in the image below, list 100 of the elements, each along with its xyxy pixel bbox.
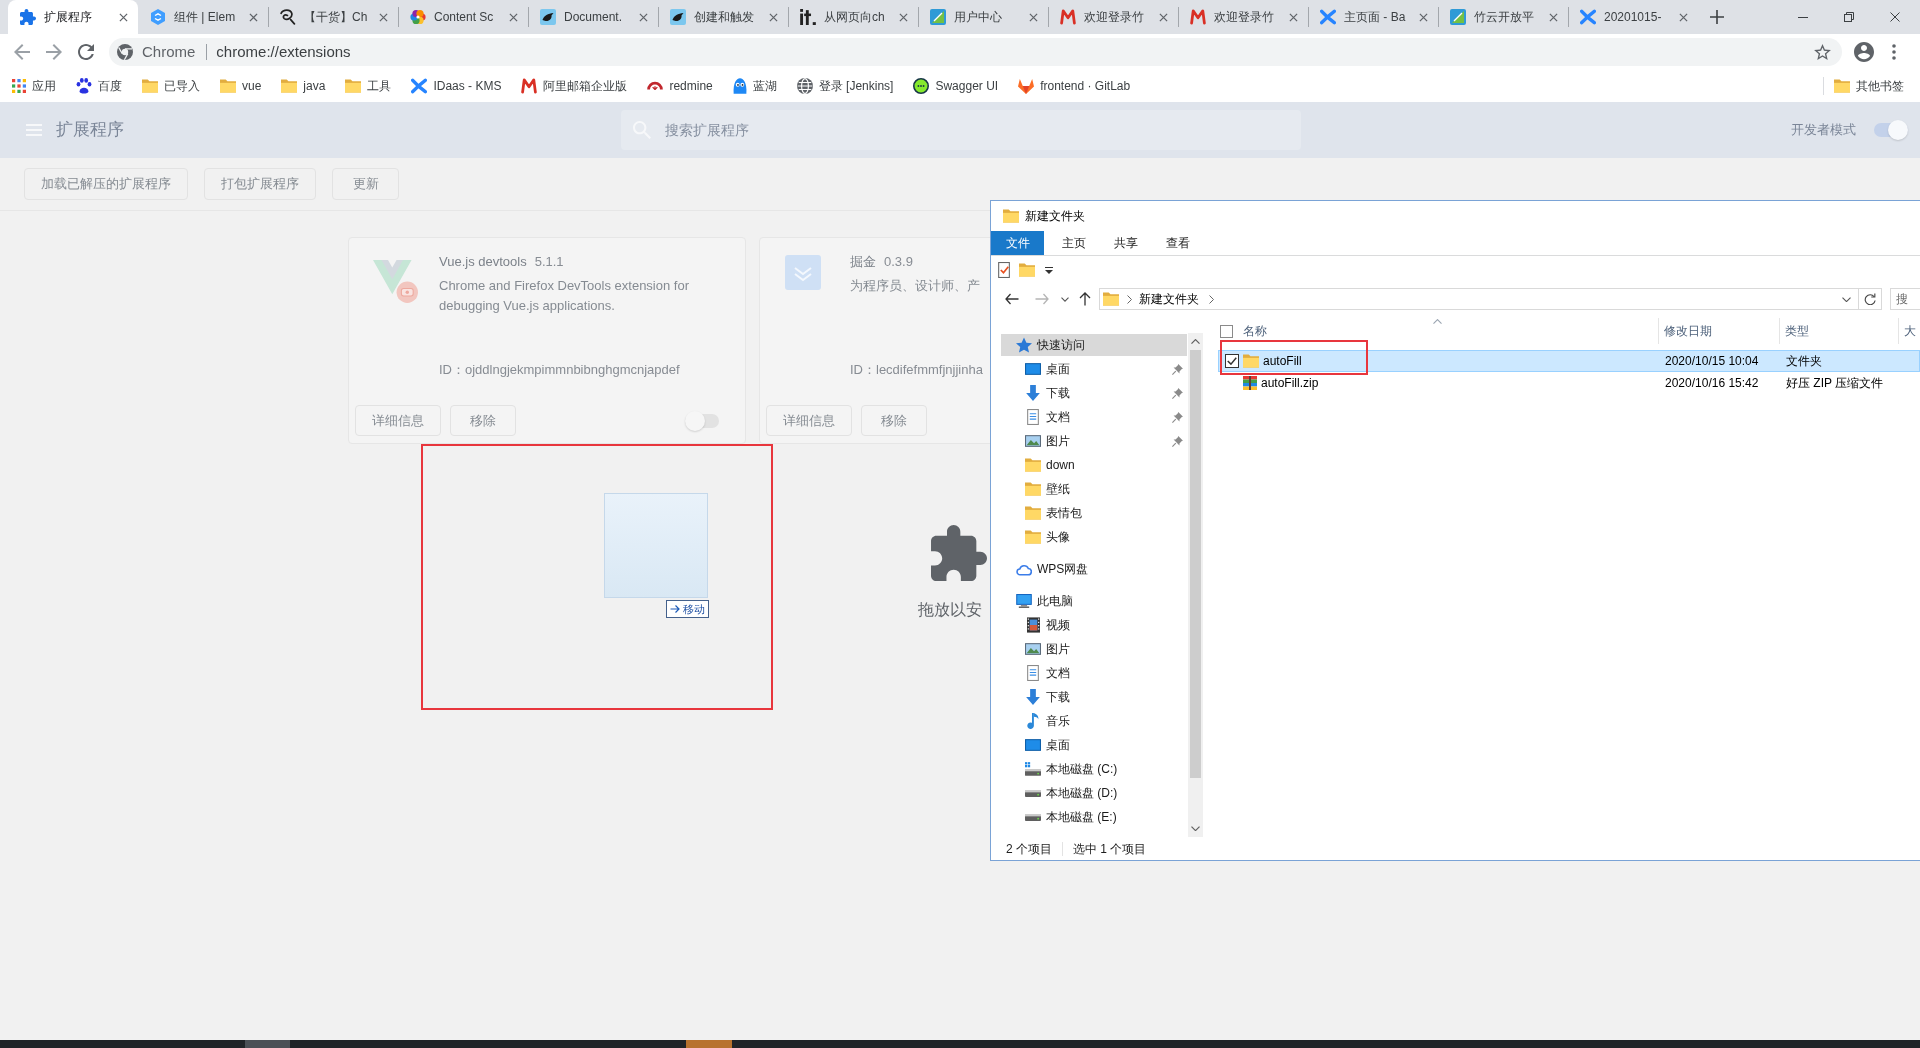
feather-logo-icon (670, 9, 686, 25)
browser-tab[interactable]: Document. (528, 0, 658, 34)
nav-item[interactable]: down (1001, 454, 1187, 476)
search-field[interactable]: 搜 (1890, 288, 1920, 310)
nav-item[interactable]: 下载 (1001, 686, 1187, 708)
browser-tab[interactable]: 创建和触发 (658, 0, 788, 34)
bookmark-item[interactable]: 其他书签 (1828, 73, 1910, 99)
nav-item[interactable]: 头像 (1001, 526, 1187, 548)
browser-tab[interactable]: 20201015- (1568, 0, 1698, 34)
browser-tab[interactable]: 从网页向ch (788, 0, 918, 34)
browser-tab[interactable]: 用户中心 (918, 0, 1048, 34)
close-icon[interactable] (379, 12, 388, 22)
bookmark-item[interactable]: redmine (639, 73, 721, 99)
nav-item[interactable]: WPS网盘 (1001, 558, 1187, 580)
address-bar[interactable]: Chrome chrome://extensions (109, 38, 1842, 66)
ribbon-tab[interactable]: 查看 (1152, 231, 1204, 255)
bookmark-item[interactable]: 蓝湖 (724, 73, 785, 99)
reload-icon[interactable] (78, 44, 94, 60)
bookmark-item[interactable]: 已导入 (134, 73, 208, 99)
file-row[interactable]: autoFill 2020/10/15 10:04 文件夹 (1218, 350, 1920, 372)
nav-item[interactable]: 下载 (1001, 382, 1187, 404)
checked-document-icon[interactable] (997, 262, 1011, 278)
file-row[interactable]: autoFill.zip 2020/10/16 15:42 好压 ZIP 压缩文件 (1218, 372, 1920, 394)
close-icon[interactable] (1679, 12, 1688, 22)
browser-tab[interactable]: 欢迎登录竹 (1178, 0, 1308, 34)
browser-tab[interactable]: Content Sc (398, 0, 528, 34)
close-icon[interactable] (899, 12, 908, 22)
bookmark-item[interactable]: Swagger UI (905, 73, 1007, 99)
bookmark-item[interactable]: 应用 (4, 73, 64, 99)
chevron-down-icon[interactable] (1191, 826, 1200, 831)
bookmark-item[interactable]: vue (212, 73, 270, 99)
close-icon[interactable] (769, 12, 778, 22)
chevron-up-icon[interactable] (1191, 339, 1200, 344)
close-icon[interactable] (1289, 12, 1298, 22)
scrollbar[interactable] (1188, 333, 1203, 837)
close-icon[interactable] (1029, 12, 1038, 22)
browser-tab[interactable]: 欢迎登录竹 (1048, 0, 1178, 34)
chevron-down-icon[interactable] (1061, 296, 1069, 302)
nav-item[interactable]: 表情包 (1001, 502, 1187, 524)
close-icon[interactable] (1159, 12, 1168, 22)
nav-item[interactable]: 图片 (1001, 638, 1187, 660)
column-header[interactable]: 大 (1904, 322, 1916, 340)
cross-logo-icon (1580, 9, 1596, 25)
arrow-up-icon[interactable] (1079, 292, 1091, 306)
plus-icon[interactable] (1710, 10, 1724, 24)
nav-item[interactable]: 壁纸 (1001, 478, 1187, 500)
nav-item[interactable]: 文档 (1001, 662, 1187, 684)
close-icon[interactable] (1890, 12, 1900, 22)
browser-tab[interactable]: 【干货】Ch (268, 0, 398, 34)
address-bar[interactable]: 新建文件夹 (1099, 288, 1859, 310)
nav-item[interactable]: 快速访问 (1001, 334, 1187, 356)
nav-item[interactable]: 音乐 (1001, 710, 1187, 732)
checkbox[interactable] (1220, 324, 1233, 338)
search-field[interactable]: 搜索扩展程序 (621, 110, 1301, 150)
arrow-left-icon[interactable] (1005, 293, 1019, 305)
close-icon[interactable] (249, 12, 258, 22)
scrollbar-thumb[interactable] (1190, 350, 1201, 778)
column-header[interactable]: 修改日期 (1664, 322, 1712, 340)
bookmark-item[interactable]: 登录 [Jenkins] (788, 73, 902, 99)
nav-item[interactable]: 本地磁盘 (C:) (1001, 758, 1187, 780)
checkbox[interactable] (1225, 354, 1239, 368)
ribbon-tab[interactable]: 主页 (1048, 231, 1100, 255)
restore-icon[interactable] (1844, 12, 1854, 22)
close-icon[interactable] (1549, 12, 1558, 22)
column-header[interactable]: 名称 (1243, 322, 1267, 340)
refresh-button[interactable] (1859, 288, 1882, 310)
toggle-switch[interactable] (1874, 120, 1908, 140)
nav-item[interactable]: 图片 (1001, 430, 1187, 452)
browser-tab[interactable]: 组件 | Elem (138, 0, 268, 34)
nav-item[interactable]: 桌面 (1001, 734, 1187, 756)
bookmark-item[interactable]: 阿里邮箱企业版 (513, 73, 636, 99)
nav-item[interactable]: 此电脑 (1001, 590, 1187, 612)
bookmark-item[interactable]: IDaas - KMS (403, 73, 510, 99)
nav-item[interactable]: 本地磁盘 (E:) (1001, 806, 1187, 828)
nav-item[interactable]: 本地磁盘 (D:) (1001, 782, 1187, 804)
three-dots-icon[interactable] (1892, 44, 1896, 60)
toggle-switch[interactable] (685, 410, 719, 431)
minimize-icon[interactable] (1798, 16, 1808, 18)
nav-item[interactable]: 文档 (1001, 406, 1187, 428)
chevron-down-icon[interactable] (1842, 296, 1851, 302)
bookmark-item[interactable]: frontend · GitLab (1010, 73, 1139, 99)
close-icon[interactable] (509, 12, 518, 22)
breadcrumb-item[interactable]: 新建文件夹 (1139, 290, 1199, 308)
caret-down-icon[interactable] (1045, 266, 1053, 274)
close-icon[interactable] (639, 12, 648, 22)
nav-item[interactable]: 桌面 (1001, 358, 1187, 380)
file-menu-button[interactable]: 文件 (991, 231, 1044, 255)
bookmark-item[interactable]: java (273, 73, 334, 99)
bookmark-item[interactable]: 百度 (68, 73, 130, 99)
nav-item[interactable]: 视频 (1001, 614, 1187, 636)
browser-tab[interactable]: 主页面 - Ba (1308, 0, 1438, 34)
close-icon[interactable] (1419, 12, 1428, 22)
close-icon[interactable] (119, 12, 128, 22)
star-icon[interactable] (1814, 44, 1831, 60)
arrow-right-icon[interactable] (46, 44, 62, 60)
column-header[interactable]: 类型 (1785, 322, 1809, 340)
browser-tab[interactable]: 扩展程序 (8, 0, 138, 34)
browser-tab[interactable]: 竹云开放平 (1438, 0, 1568, 34)
bookmark-item[interactable]: 工具 (337, 73, 400, 99)
ribbon-tab[interactable]: 共享 (1100, 231, 1152, 255)
